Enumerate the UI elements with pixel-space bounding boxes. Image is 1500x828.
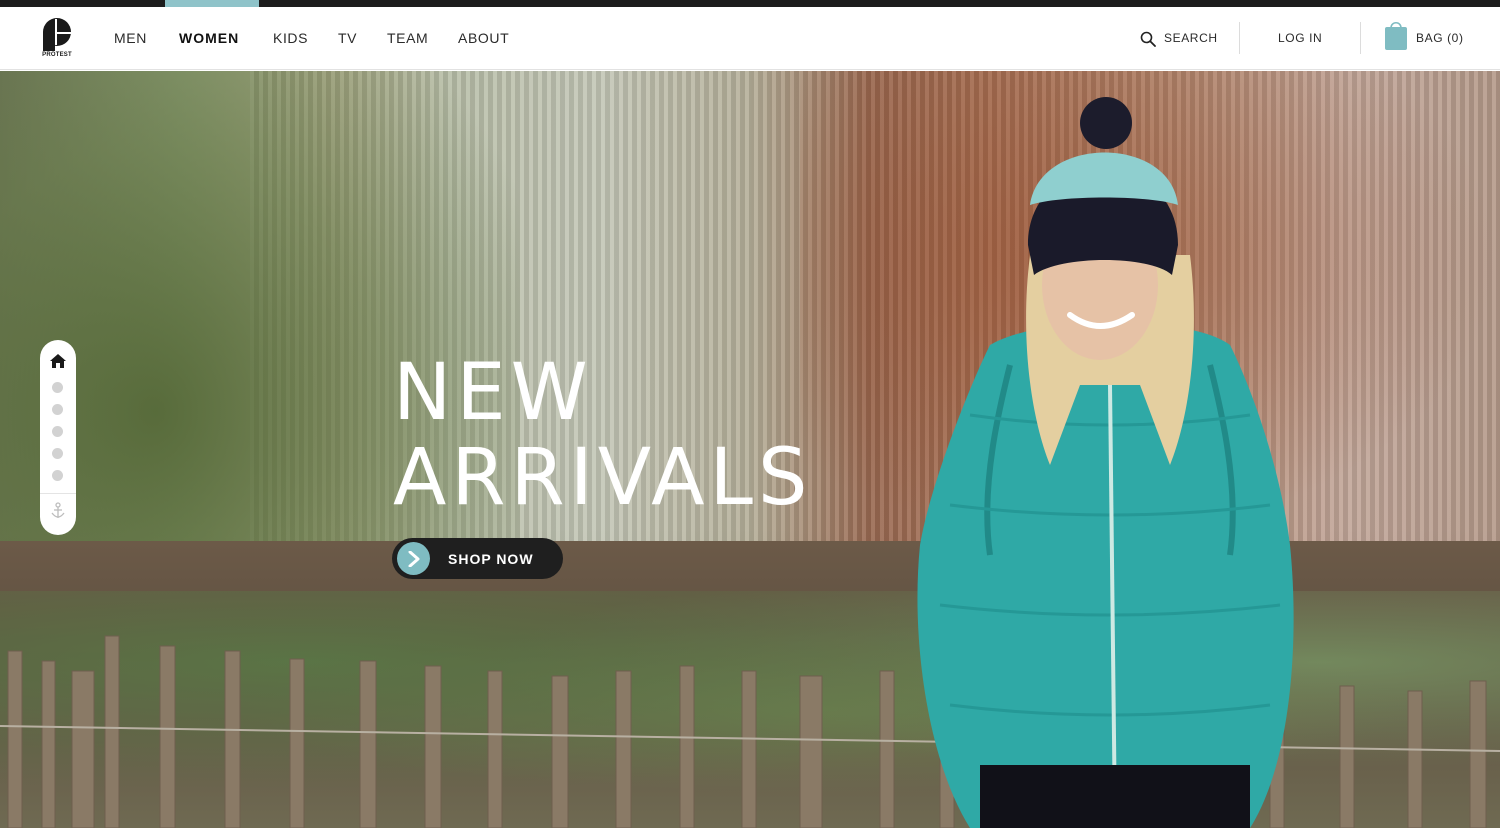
section-dot[interactable] [52,404,63,415]
anchor-icon[interactable] [50,502,66,520]
nav-men[interactable]: MEN [114,30,147,46]
section-dot-navigation [40,340,76,535]
chevron-right-icon [408,551,420,567]
active-section-indicator [165,0,259,7]
shop-now-button[interactable]: SHOP NOW [392,538,563,579]
section-dot[interactable] [52,470,63,481]
shopping-bag-icon[interactable] [1384,19,1408,51]
hero-banner: NEW ARRIVALS SHOP NOW [0,71,1500,828]
header-divider [1360,22,1361,54]
shop-now-label: SHOP NOW [448,551,534,567]
nav-tv[interactable]: TV [338,30,357,46]
nav-about[interactable]: ABOUT [458,30,509,46]
bag-link[interactable]: BAG (0) [1416,31,1464,45]
search-icon[interactable] [1140,31,1156,47]
search-link[interactable]: SEARCH [1164,31,1218,45]
hero-headline-line2: ARRIVALS [393,433,813,523]
model-in-teal-jacket-image [917,97,1294,828]
nav-kids[interactable]: KIDS [273,30,308,46]
site-header: PROTEST MEN WOMEN KIDS TV TEAM ABOUT SEA… [0,7,1500,70]
side-nav-divider [40,493,76,494]
home-icon[interactable] [49,353,67,369]
header-divider [1239,22,1240,54]
section-dot[interactable] [52,426,63,437]
shop-now-icon-circle [397,542,430,575]
nav-team[interactable]: TEAM [387,30,428,46]
section-dot[interactable] [52,448,63,459]
section-dot[interactable] [52,382,63,393]
login-link[interactable]: LOG IN [1278,31,1322,45]
nav-women[interactable]: WOMEN [179,30,239,46]
hero-headline-line1: NEW [393,348,593,438]
protest-logo[interactable]: PROTEST [40,17,74,61]
logo-text: PROTEST [42,52,72,58]
logo-mark-icon [43,18,71,51]
